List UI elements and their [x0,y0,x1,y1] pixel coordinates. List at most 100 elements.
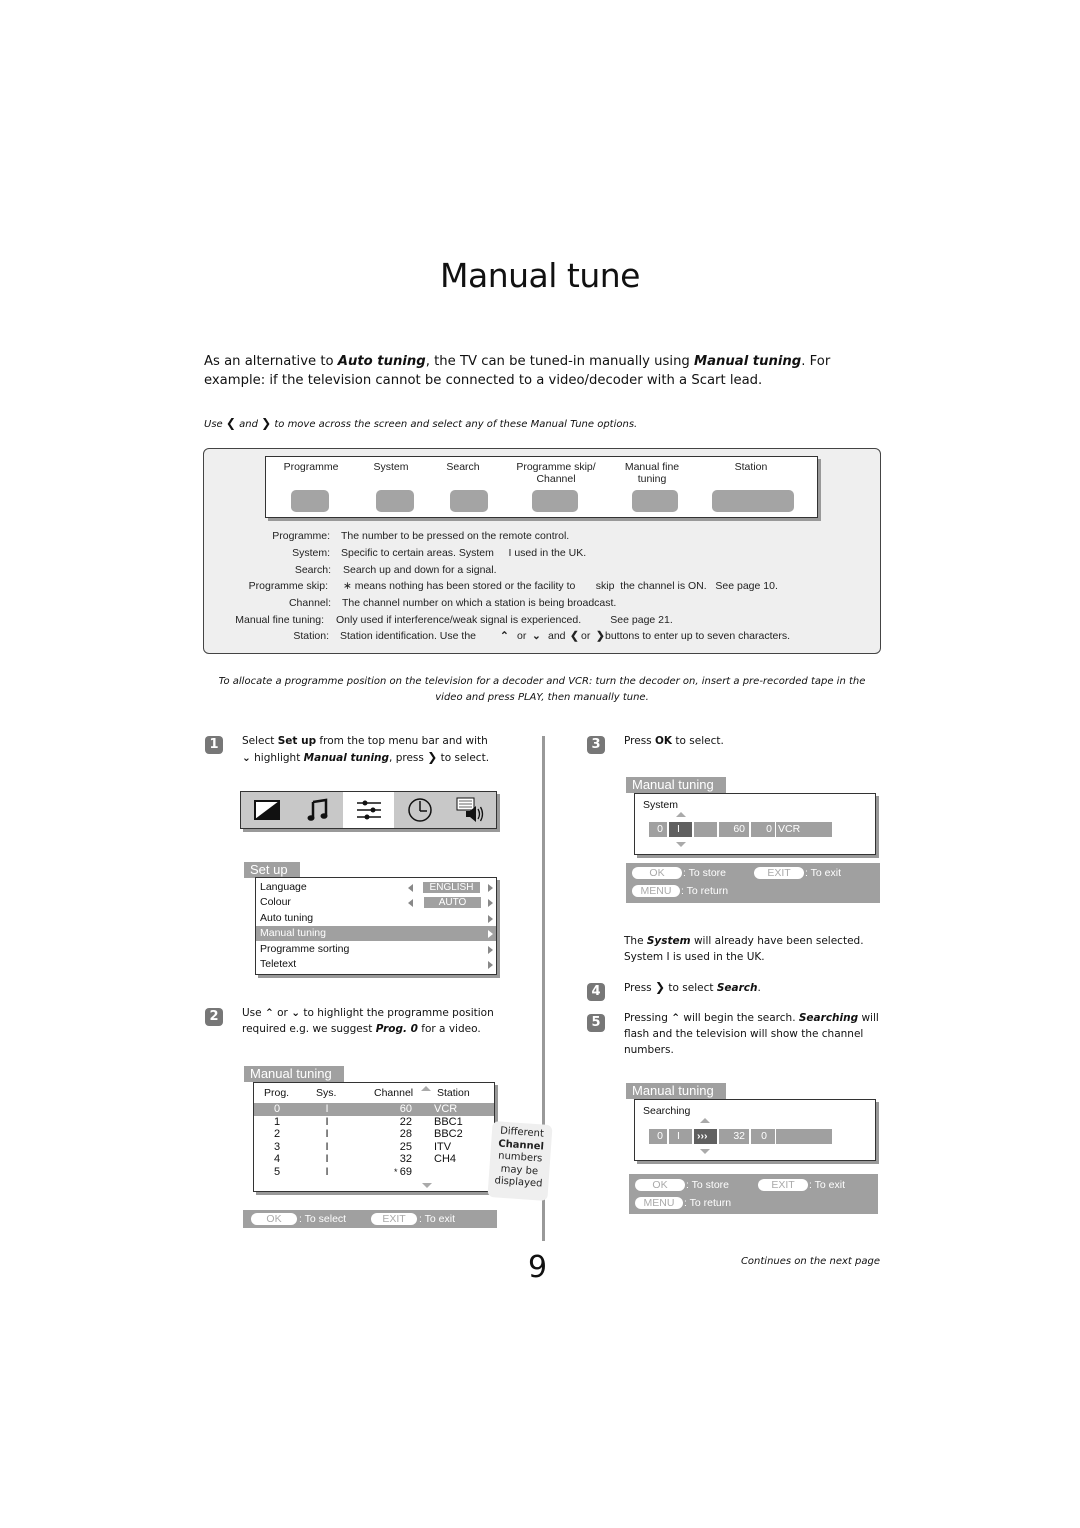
step-emphasis: Set up [277,735,317,747]
picture-icon [253,800,280,820]
help-text: : To return [681,885,729,897]
scroll-up-icon[interactable] [421,1086,431,1091]
programme-field[interactable] [291,490,329,512]
arrow-right-icon[interactable] [488,961,493,969]
fine-tuning-cell[interactable]: 0 [751,822,775,837]
ok-button[interactable]: OK [251,1213,297,1225]
system-cell[interactable]: I [669,822,692,837]
arrow-right-icon[interactable] [488,884,493,892]
system-field[interactable] [376,490,414,512]
menu-button[interactable]: MENU [632,885,680,897]
arrow-right-icon[interactable] [488,930,493,938]
chevron-right-icon: ❯ [654,980,666,994]
scroll-down-icon[interactable] [422,1183,432,1188]
station-cell: ITV [434,1140,452,1153]
channel-numbers-note: Different Channel numbers may be display… [487,1120,553,1202]
description-text: or [581,630,591,642]
tuning-list-row[interactable]: 2 I 28 BBC2 [254,1128,494,1141]
help-text: : To store [683,867,726,879]
channel-cell[interactable]: 32 [719,1129,749,1144]
menu-button[interactable]: MENU [635,1197,683,1209]
arrow-right-icon[interactable] [488,899,493,907]
programme-cell[interactable]: 0 [649,1129,667,1144]
tuning-list-row[interactable]: 5 I * 69 [254,1166,494,1179]
tuning-list-row[interactable]: 4 I 32 CH4 [254,1153,494,1166]
ok-button[interactable]: OK [635,1179,685,1191]
exit-button[interactable]: EXIT [371,1213,417,1225]
setup-item-language[interactable]: Language ENGLISH [256,880,496,895]
station-cell[interactable] [776,1129,832,1144]
step-text: Press [624,982,655,994]
menu-item-timer[interactable] [394,792,445,828]
sys-cell: I [325,1140,329,1153]
station-cell: BBC1 [434,1115,463,1128]
system-cell[interactable]: I [669,1129,692,1144]
colour-value[interactable]: AUTO [424,897,481,908]
search-cell[interactable] [694,822,717,837]
help-text: : To exit [805,867,841,879]
menu-item-sound[interactable] [292,792,343,828]
menu-item-picture[interactable] [241,792,292,828]
setup-item-teletext[interactable]: Teletext [256,957,496,972]
down-arrow-icon[interactable] [676,842,686,847]
description-text: buttons to enter up to seven characters. [605,630,791,642]
prog-cell: 5 [273,1165,281,1178]
ok-button[interactable]: OK [632,867,682,879]
programme-cell[interactable]: 0 [649,822,667,837]
header-station: Station [437,1087,470,1099]
setup-item-programme-sorting[interactable]: Programme sorting [256,942,496,957]
station-field[interactable] [712,490,794,512]
station-cell[interactable]: VCR [776,822,832,837]
channel-cell[interactable]: 60 [719,822,749,837]
allocate-note: To allocate a programme position on the … [218,676,866,703]
up-arrow-icon[interactable] [700,1118,710,1123]
prog-cell: 3 [273,1140,281,1153]
arrow-right-icon[interactable] [488,946,493,954]
language-value[interactable]: ENGLISH [423,882,480,893]
step-text: from the top menu bar and with [316,735,488,747]
tuning-list-row[interactable]: 0 I 60 VCR [254,1103,494,1116]
intro-auto-tuning: Auto tuning [337,354,426,369]
step-emphasis: Prog. 0 [375,1023,418,1035]
step-text: . [757,982,761,994]
setup-item-label: Manual tuning [260,927,326,939]
step-text: Use [242,1007,265,1019]
tuning-list-row[interactable]: 1 I 22 BBC1 [254,1116,494,1129]
setup-item-colour[interactable]: Colour AUTO [256,895,496,910]
search-cell[interactable]: ››› [694,1129,717,1144]
up-arrow-icon: ⌃ [264,1007,274,1019]
up-arrow-icon[interactable] [676,812,686,817]
arrow-left-icon[interactable] [408,899,413,907]
menu-item-setup[interactable] [343,792,394,828]
step-2-text: Use ⌃ or ⌄ to highlight the programme po… [242,1005,532,1037]
note-text: will already have been selected. [690,935,864,947]
fine-tuning-field[interactable] [632,490,678,512]
tuning-list-row[interactable]: 3 I 25 ITV [254,1141,494,1154]
note-emphasis: System [646,935,691,947]
setup-item-label: Colour [260,896,291,908]
up-arrow-icon: ⌃ [671,1012,681,1024]
description-label: Station: [293,630,329,642]
channel-field[interactable] [532,490,578,512]
column-label-fine-tuning: Manual fine tuning [624,461,680,485]
chevron-left-icon: ❮ [225,416,236,430]
column-label-programme-skip: Programme skip/ Channel [516,461,596,485]
menu-item-teletext[interactable] [445,792,496,828]
exit-button[interactable]: EXIT [758,1179,808,1191]
hint-text: and [235,419,262,430]
tuning-search-help-bar: OK : To store EXIT : To exit MENU : To r… [629,1174,878,1214]
step-emphasis: Manual tuning [303,752,390,764]
search-field[interactable] [450,490,488,512]
fine-tuning-cell[interactable]: 0 [751,1129,775,1144]
down-arrow-icon[interactable] [700,1149,710,1154]
arrow-right-icon[interactable] [488,915,493,923]
setup-item-manual-tuning[interactable]: Manual tuning [256,926,496,941]
arrow-left-icon[interactable] [408,884,413,892]
timer-icon [407,798,432,822]
system-note: The System will already have been select… [624,933,884,965]
step-text: for a video. [417,1023,481,1035]
exit-button[interactable]: EXIT [754,867,804,879]
step-text: will begin the search. [680,1012,799,1024]
page-number: 9 [528,1250,548,1285]
setup-item-auto-tuning[interactable]: Auto tuning [256,911,496,926]
